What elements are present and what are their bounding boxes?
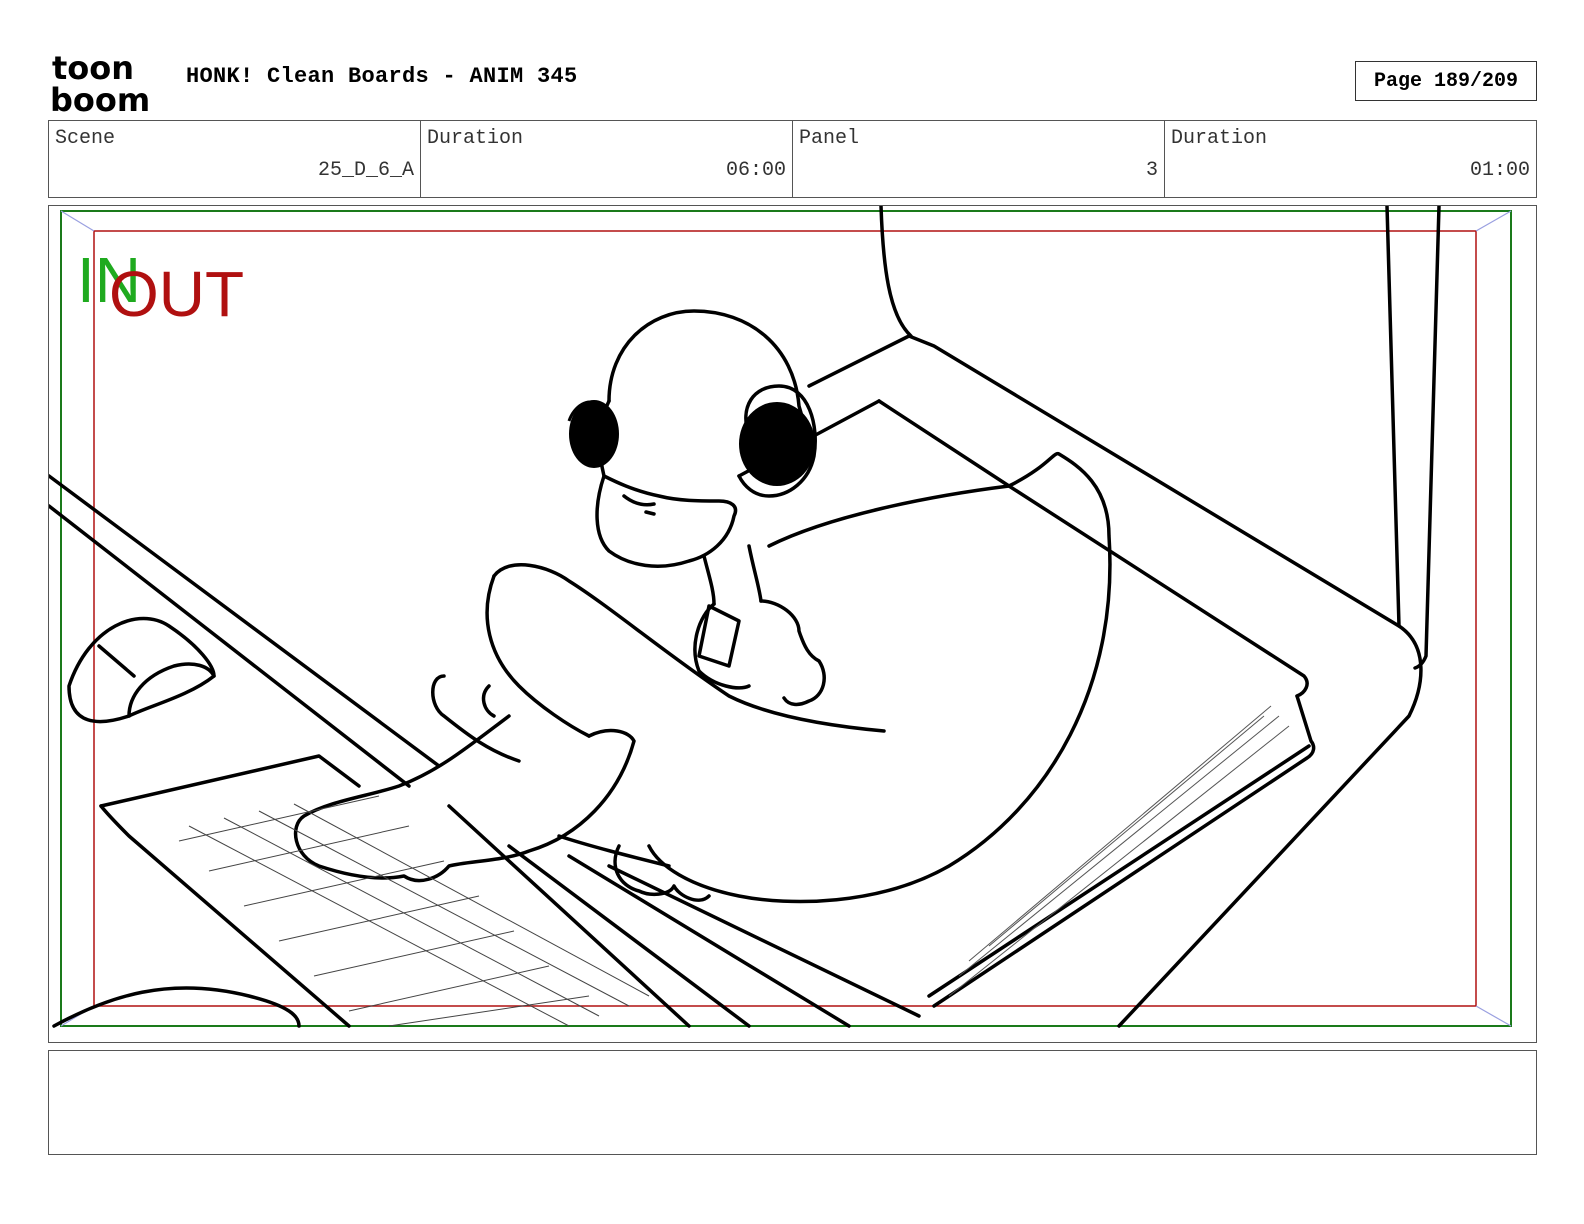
scene-duration-label: Duration <box>427 127 524 150</box>
book-page-lines <box>948 705 1290 997</box>
panel-label: Panel <box>799 127 860 150</box>
document-title: HONK! Clean Boards - ANIM 345 <box>186 64 578 89</box>
camera-corner-guides <box>60 210 1512 1027</box>
scene-info-table: Scene 25_D_6_A Duration 06:00 Panel 3 Du… <box>48 120 1537 198</box>
scene-cell: Scene 25_D_6_A <box>49 121 421 197</box>
right-eye <box>739 402 815 486</box>
scene-label: Scene <box>55 127 116 150</box>
panel-duration-label: Duration <box>1171 127 1268 150</box>
logo-bottom-text: boom <box>50 81 150 114</box>
out-label: OUT <box>109 258 244 330</box>
panel-duration-value: 01:00 <box>1469 159 1530 182</box>
scene-value: 25_D_6_A <box>317 159 414 182</box>
panel-value: 3 <box>1145 159 1158 182</box>
scene-duration-cell: Duration 06:00 <box>421 121 793 197</box>
panel-duration-cell: Duration 01:00 <box>1165 121 1536 197</box>
keyboard-hatching <box>178 795 650 1027</box>
scene-duration-value: 06:00 <box>725 159 786 182</box>
panel-notes <box>48 1050 1537 1155</box>
camera-out-frame <box>93 230 1477 1007</box>
toon-boom-logo: toon boom <box>50 49 165 119</box>
storyboard-panel: IN OUT <box>48 205 1537 1043</box>
page-number: Page 189/209 <box>1355 61 1537 101</box>
panel-drawing: IN OUT <box>49 206 1512 1028</box>
panel-cell: Panel 3 <box>793 121 1165 197</box>
camera-in-frame <box>60 210 1512 1027</box>
